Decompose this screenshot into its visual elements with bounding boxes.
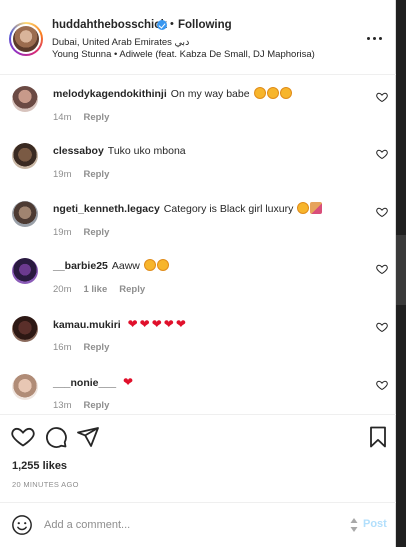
- commenter-avatar[interactable]: [12, 86, 38, 112]
- heart-eyes-emoji-icon: [156, 259, 169, 271]
- comment-like-count[interactable]: 1 like: [83, 284, 107, 295]
- background-overlay-strip: [396, 0, 406, 547]
- commenter-username[interactable]: ngeti_kenneth.legacy: [53, 203, 160, 215]
- comment-item: __barbie25 Aaww 20m 1 like Reply: [0, 251, 396, 308]
- comment-body: Aaww: [111, 260, 140, 272]
- like-comment-heart-icon[interactable]: [376, 206, 388, 218]
- comment-time: 20m: [53, 284, 72, 295]
- like-comment-heart-icon[interactable]: [376, 263, 388, 275]
- post-timestamp[interactable]: 20 MINUTES AGO: [12, 480, 79, 489]
- add-comment-input[interactable]: [44, 515, 340, 535]
- following-button[interactable]: Following: [178, 19, 232, 31]
- nail-polish-emoji-icon: [310, 202, 323, 214]
- likes-count[interactable]: 1,255 likes: [12, 460, 67, 472]
- commenter-avatar[interactable]: [12, 316, 38, 342]
- commenter-username[interactable]: __barbie25: [53, 260, 108, 272]
- heart-eyes-emoji-icon: [266, 87, 279, 99]
- post-comment-button[interactable]: Post: [363, 518, 387, 530]
- commenter-username[interactable]: melodykagendokithinji: [53, 88, 167, 100]
- background-fragment: [396, 235, 406, 305]
- reply-button[interactable]: Reply: [83, 342, 109, 353]
- comment-meta: 19m Reply: [53, 227, 121, 238]
- more-options-icon[interactable]: [364, 30, 386, 46]
- commenter-avatar[interactable]: [12, 258, 38, 284]
- comment-text: melodykagendokithinjiOn my way babe 😍😍😍: [53, 87, 353, 101]
- reply-button[interactable]: Reply: [83, 112, 109, 123]
- author-avatar[interactable]: [9, 22, 43, 56]
- heart-eyes-emoji-icon: [297, 202, 310, 214]
- heart-eyes-emoji-icon: [279, 87, 292, 99]
- like-heart-icon[interactable]: [11, 425, 35, 449]
- comment-body: On my way babe: [170, 88, 250, 100]
- reply-button[interactable]: Reply: [83, 400, 109, 411]
- comment-item: clessaboy Tuko uko mbona 19m Reply: [0, 136, 396, 193]
- post-header: huddahthebosschick • Following Dubai, Un…: [0, 0, 396, 75]
- comment-time: 14m: [53, 112, 72, 123]
- comment-text: __barbie25 Aaww: [53, 259, 353, 273]
- commenter-avatar[interactable]: [12, 143, 38, 169]
- comment-body: Category is Black girl luxury: [163, 203, 294, 215]
- save-bookmark-icon[interactable]: [366, 425, 390, 449]
- comment-text: ___nonie___ ❤: [53, 375, 353, 390]
- emoji-picker-icon[interactable]: [11, 514, 33, 536]
- add-comment-bar: Post: [0, 502, 396, 547]
- comment-text: kamau.mukiri ❤❤❤❤❤: [53, 317, 353, 332]
- verified-badge-icon: [157, 20, 167, 30]
- comment-text: clessaboy Tuko uko mbona: [53, 144, 353, 158]
- commenter-username[interactable]: clessaboy: [53, 145, 104, 157]
- resize-arrows-icon[interactable]: [350, 517, 358, 533]
- comment-bubble-icon[interactable]: [44, 425, 68, 449]
- comment-item: ngeti_kenneth.legacy Category is Black gi…: [0, 194, 396, 251]
- comment-time: 19m: [53, 227, 72, 238]
- comment-item: ___nonie___ ❤ 13m Reply: [0, 367, 396, 414]
- comment-meta: 13m Reply: [53, 400, 121, 411]
- share-paper-plane-icon[interactable]: [76, 425, 100, 449]
- commenter-username[interactable]: kamau.mukiri: [53, 319, 121, 331]
- post-detail-panel: huddahthebosschick • Following Dubai, Un…: [0, 0, 396, 547]
- header-separator: •: [170, 18, 174, 30]
- like-comment-heart-icon[interactable]: [376, 91, 388, 103]
- comment-meta: 14m Reply: [53, 112, 121, 123]
- author-username[interactable]: huddahthebosschick: [52, 19, 167, 31]
- commenter-avatar[interactable]: [12, 374, 38, 400]
- comment-time: 16m: [53, 342, 72, 353]
- post-audio-track[interactable]: Young Stunna • Adiwele (feat. Kabza De S…: [52, 49, 315, 60]
- heart-eyes-emoji-icon: [253, 87, 266, 99]
- comment-item: kamau.mukiri ❤❤❤❤❤ 16m Reply: [0, 309, 396, 366]
- comment-meta: 19m Reply: [53, 169, 121, 180]
- comment-emoji: ❤❤❤❤❤: [127, 317, 188, 331]
- comment-body: Tuko uko mbona: [107, 145, 186, 157]
- comments-list[interactable]: melodykagendokithinjiOn my way babe 😍😍😍 …: [0, 76, 396, 414]
- commenter-avatar[interactable]: [12, 201, 38, 227]
- like-comment-heart-icon[interactable]: [376, 379, 388, 391]
- comment-emoji: ❤: [122, 375, 134, 389]
- post-location[interactable]: Dubai, United Arab Emirates دبي: [52, 37, 189, 48]
- commenter-username[interactable]: ___nonie___: [53, 377, 116, 389]
- heart-eyes-emoji-icon: [143, 259, 156, 271]
- comment-time: 19m: [53, 169, 72, 180]
- post-actions: 1,255 likes 20 MINUTES AGO: [0, 414, 396, 511]
- comment-time: 13m: [53, 400, 72, 411]
- reply-button[interactable]: Reply: [83, 227, 109, 238]
- comment-meta: 20m 1 like Reply: [53, 284, 157, 295]
- reply-button[interactable]: Reply: [83, 169, 109, 180]
- like-comment-heart-icon[interactable]: [376, 321, 388, 333]
- comment-meta: 16m Reply: [53, 342, 121, 353]
- comment-text: ngeti_kenneth.legacy Category is Black gi…: [53, 202, 353, 216]
- comment-item: melodykagendokithinjiOn my way babe 😍😍😍 …: [0, 79, 396, 136]
- reply-button[interactable]: Reply: [119, 284, 145, 295]
- like-comment-heart-icon[interactable]: [376, 148, 388, 160]
